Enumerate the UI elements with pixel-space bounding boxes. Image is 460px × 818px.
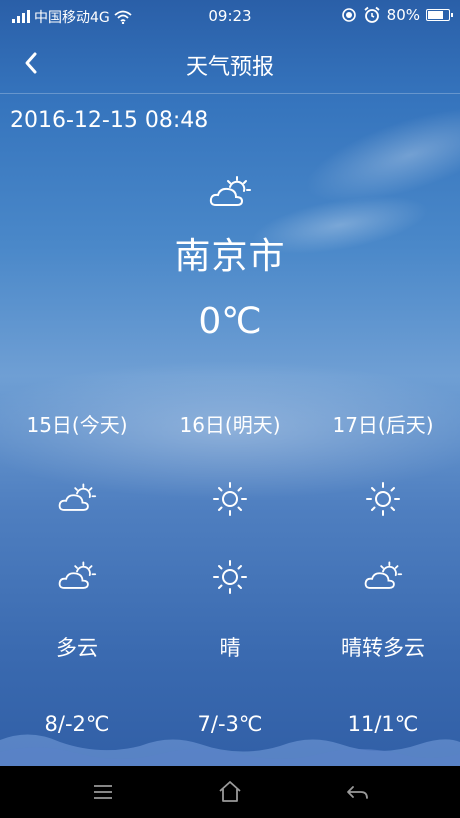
current-temperature: 0℃ — [198, 301, 262, 342]
battery-percent: 80% — [386, 6, 420, 24]
partly-cloudy-icon — [57, 481, 97, 517]
partly-cloudy-icon — [363, 559, 403, 595]
cloud-decoration — [0, 734, 460, 770]
forecast-date: 17日(后天) — [332, 413, 434, 437]
forecast-description: 多云 — [56, 636, 98, 660]
page-title: 天气预报 — [185, 55, 274, 80]
partly-cloudy-icon — [57, 559, 97, 595]
battery-icon — [426, 9, 453, 21]
system-nav-bar — [0, 766, 460, 818]
menu-icon[interactable] — [90, 779, 116, 805]
forecast-description: 晴 — [219, 636, 241, 660]
update-datetime: 2016-12-15 08:48 — [10, 108, 209, 133]
forecast-date: 16日(明天) — [179, 413, 281, 437]
sun-icon — [210, 559, 250, 595]
forecast-day: 15日(今天) 多云 8/-2℃ — [0, 405, 154, 739]
location-icon — [341, 8, 356, 22]
forecast-day: 17日(后天) 晴转多云 11/1℃ — [306, 405, 460, 739]
sun-icon — [210, 481, 250, 517]
sun-icon — [363, 481, 403, 517]
status-bar: 中国移动4G 09:23 80% — [0, 0, 460, 32]
partly-cloudy-icon — [209, 176, 251, 206]
current-weather: 南京市 0℃ — [0, 175, 460, 342]
city-name: 南京市 — [174, 236, 286, 277]
forecast: 15日(今天) 多云 8/-2℃ 16日(明天) 晴 7/-3℃ 17日(后天)… — [0, 405, 460, 745]
forecast-day: 16日(明天) 晴 7/-3℃ — [153, 405, 307, 739]
title-bar: 天气预报 — [0, 32, 460, 94]
home-icon[interactable] — [217, 779, 243, 805]
alarm-icon — [364, 6, 380, 23]
forecast-description: 晴转多云 — [341, 636, 425, 660]
weather-screen: 中国移动4G 09:23 80% 天气预报 2016-12-15 08:48 南… — [0, 0, 460, 818]
back-icon[interactable] — [344, 779, 370, 805]
forecast-date: 15日(今天) — [26, 413, 128, 437]
